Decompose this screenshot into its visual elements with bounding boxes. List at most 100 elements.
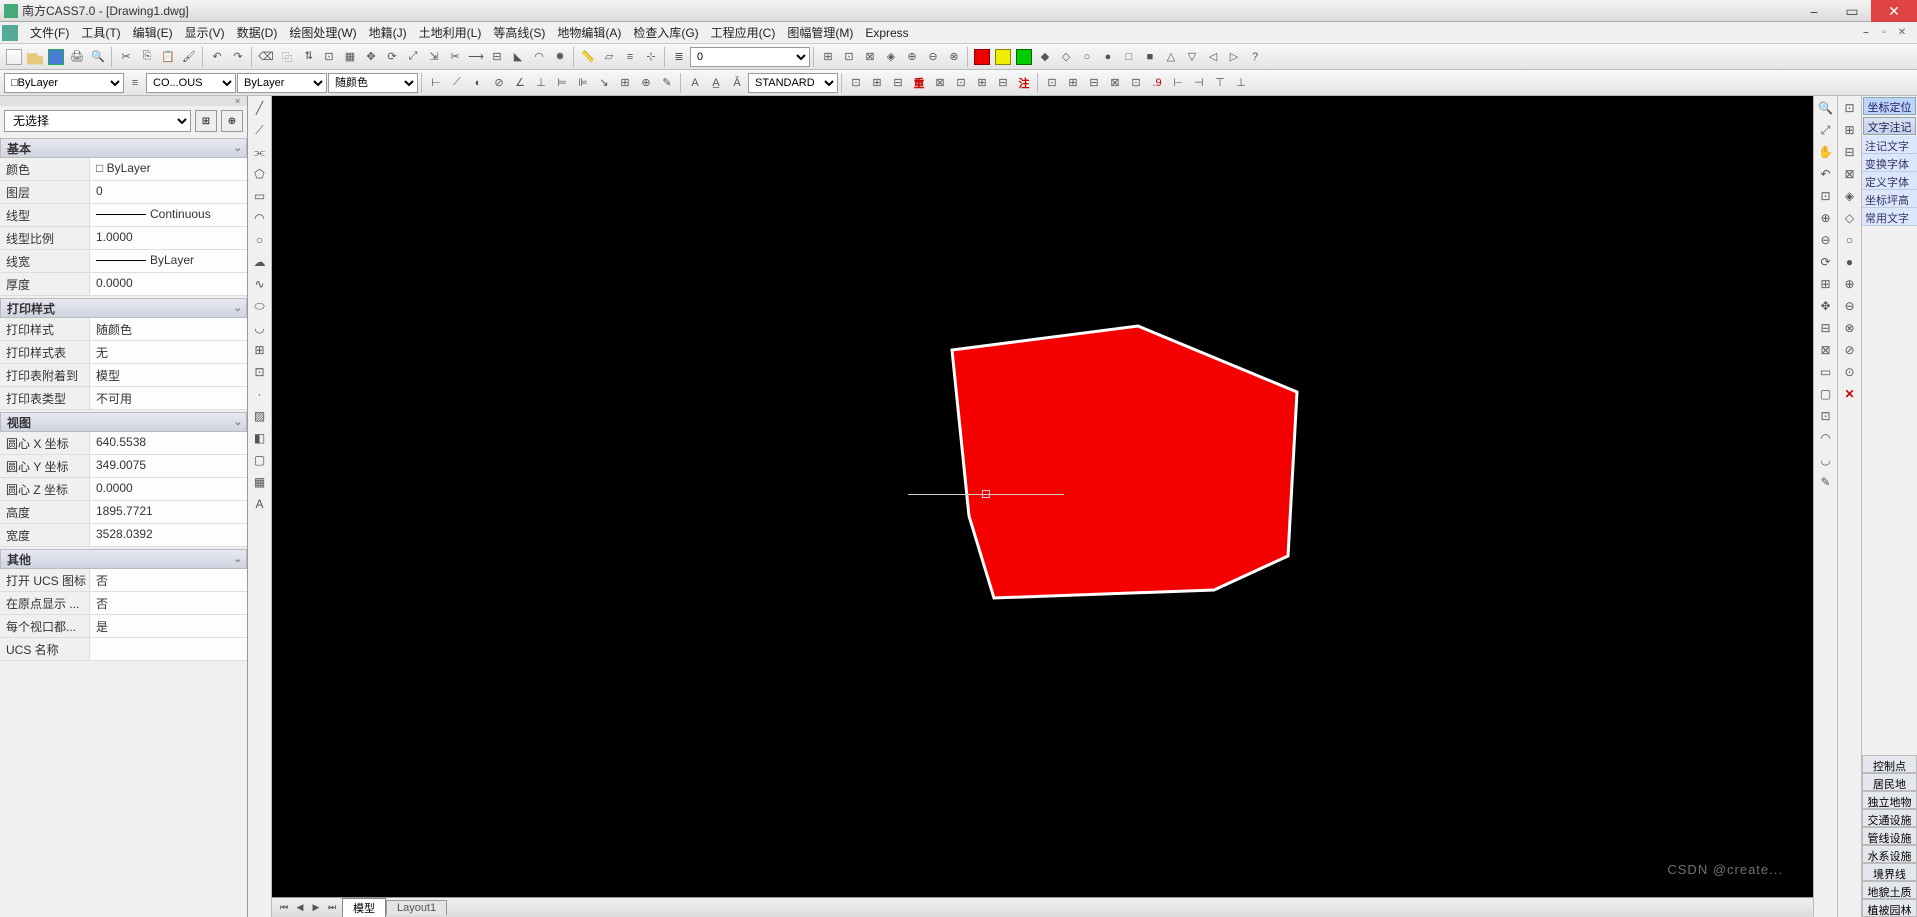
- tb2-h[interactable]: ⊟: [993, 73, 1013, 93]
- tool-e[interactable]: ⊕: [902, 47, 922, 67]
- cat-6[interactable]: 境界线: [1862, 863, 1917, 881]
- cat-7[interactable]: 地貌土质: [1862, 881, 1917, 899]
- cat-4[interactable]: 管线设施: [1862, 827, 1917, 845]
- menu-express[interactable]: Express: [859, 24, 914, 42]
- prop-value[interactable]: 349.0075: [90, 455, 247, 477]
- stretch-icon[interactable]: ⇲: [424, 47, 444, 67]
- r2-b[interactable]: ⊞: [1840, 120, 1860, 140]
- r1-c[interactable]: ⟳: [1816, 252, 1836, 272]
- palette-item-2[interactable]: 定义字体: [1862, 172, 1917, 190]
- prop-row[interactable]: 打开 UCS 图标否: [0, 569, 247, 592]
- center-icon[interactable]: ⊕: [636, 73, 656, 93]
- array-icon[interactable]: ▦: [340, 47, 360, 67]
- layer-state-combo[interactable]: 0: [690, 47, 810, 67]
- r2-n[interactable]: ✕: [1840, 384, 1860, 404]
- tab-prev-icon[interactable]: ◀: [292, 900, 308, 916]
- xline-icon[interactable]: ⟋: [250, 120, 270, 140]
- circle-icon[interactable]: ○: [250, 230, 270, 250]
- prop-row[interactable]: 圆心 Y 坐标349.0075: [0, 455, 247, 478]
- menu-sheet[interactable]: 图幅管理(M): [781, 22, 859, 43]
- menu-engineering[interactable]: 工程应用(C): [705, 22, 782, 43]
- cat-2[interactable]: 独立地物: [1862, 791, 1917, 809]
- trim-icon[interactable]: ✂: [445, 47, 465, 67]
- r1-g[interactable]: ⊠: [1816, 340, 1836, 360]
- r2-i[interactable]: ⊕: [1840, 274, 1860, 294]
- dim-linear-icon[interactable]: ⊢: [426, 73, 446, 93]
- tb2-i[interactable]: 注: [1014, 73, 1034, 93]
- cat-0[interactable]: 控制点: [1862, 755, 1917, 773]
- prop-row[interactable]: 图层0: [0, 181, 247, 204]
- r1-m[interactable]: ✎: [1816, 472, 1836, 492]
- tool-f[interactable]: ⊖: [923, 47, 943, 67]
- prop-row[interactable]: UCS 名称: [0, 638, 247, 661]
- zoom-extents-icon[interactable]: ⊡: [1816, 186, 1836, 206]
- dim-aligned-icon[interactable]: ⟋: [447, 73, 467, 93]
- palette-item-1[interactable]: 变换字体: [1862, 154, 1917, 172]
- linetype-combo[interactable]: CO...OUS: [146, 73, 236, 93]
- tb2-a[interactable]: ⊡: [846, 73, 866, 93]
- prop-row[interactable]: 在原点显示 ...否: [0, 592, 247, 615]
- minimize-button[interactable]: ⎯: [1795, 0, 1833, 22]
- r2-d[interactable]: ⊠: [1840, 164, 1860, 184]
- revcloud-icon[interactable]: ☁: [250, 252, 270, 272]
- color-combo[interactable]: □ByLayer: [4, 73, 124, 93]
- dim-radius-icon[interactable]: ◐: [468, 73, 488, 93]
- zoom-window-icon[interactable]: 🔍: [1816, 98, 1836, 118]
- palette-tab-text[interactable]: 文字注记: [1863, 117, 1916, 135]
- r2-l[interactable]: ⊘: [1840, 340, 1860, 360]
- r1-f[interactable]: ⊟: [1816, 318, 1836, 338]
- r1-i[interactable]: ▢: [1816, 384, 1836, 404]
- tool-m[interactable]: ■: [1140, 47, 1160, 67]
- plotstyle-combo[interactable]: 随颜色: [328, 73, 418, 93]
- section-view-header[interactable]: 视图⌄: [0, 412, 247, 432]
- prop-row[interactable]: 线型Continuous: [0, 204, 247, 227]
- prop-row[interactable]: 每个视口都...是: [0, 615, 247, 638]
- list-icon[interactable]: ≡: [620, 47, 640, 67]
- color-yellow-icon[interactable]: [993, 47, 1013, 67]
- palette-item-4[interactable]: 常用文字: [1862, 208, 1917, 226]
- erase-icon[interactable]: ⌫: [256, 47, 276, 67]
- r2-e[interactable]: ◈: [1840, 186, 1860, 206]
- menu-tool[interactable]: 工具(T): [75, 22, 126, 43]
- palette-item-3[interactable]: 坐标坪高: [1862, 190, 1917, 208]
- tb2-s[interactable]: ⊥: [1231, 73, 1251, 93]
- prop-row[interactable]: 高度1895.7721: [0, 501, 247, 524]
- copy-icon[interactable]: ⎘: [137, 47, 157, 67]
- match-icon[interactable]: 🖌: [179, 47, 199, 67]
- tool-p[interactable]: ◁: [1203, 47, 1223, 67]
- prop-value[interactable]: 1895.7721: [90, 501, 247, 523]
- break-icon[interactable]: ⊟: [487, 47, 507, 67]
- extend-icon[interactable]: ⟶: [466, 47, 486, 67]
- undo-icon[interactable]: ↶: [207, 47, 227, 67]
- explode-icon[interactable]: ✸: [550, 47, 570, 67]
- textstyle-combo[interactable]: STANDARD: [748, 73, 838, 93]
- selection-combo[interactable]: 无选择: [4, 110, 191, 132]
- cut-icon[interactable]: ✂: [116, 47, 136, 67]
- menu-landuse[interactable]: 土地利用(L): [413, 22, 488, 43]
- open-icon[interactable]: [25, 47, 45, 67]
- dim-diameter-icon[interactable]: ⊘: [489, 73, 509, 93]
- menu-draw[interactable]: 绘图处理(W): [283, 22, 362, 43]
- paste-icon[interactable]: 📋: [158, 47, 178, 67]
- dim-angular-icon[interactable]: ∠: [510, 73, 530, 93]
- menu-contour[interactable]: 等高线(S): [487, 22, 551, 43]
- prop-value[interactable]: ByLayer: [90, 250, 247, 272]
- tool-j[interactable]: ○: [1077, 47, 1097, 67]
- maximize-button[interactable]: ▭: [1833, 0, 1871, 22]
- mtext-icon[interactable]: A̲: [706, 73, 726, 93]
- chamfer-icon[interactable]: ◣: [508, 47, 528, 67]
- tb2-n[interactable]: ⊡: [1126, 73, 1146, 93]
- lineweight-combo[interactable]: ByLayer: [237, 73, 327, 93]
- tb2-r[interactable]: ⊤: [1210, 73, 1230, 93]
- r1-e[interactable]: ✥: [1816, 296, 1836, 316]
- prop-value[interactable]: 是: [90, 615, 247, 637]
- menu-check[interactable]: 检查入库(G): [627, 22, 704, 43]
- save-icon[interactable]: [46, 47, 66, 67]
- id-icon[interactable]: ⊹: [641, 47, 661, 67]
- prop-value[interactable]: [90, 638, 247, 660]
- prop-value[interactable]: □ ByLayer: [90, 158, 247, 180]
- tool-b[interactable]: ⊡: [839, 47, 859, 67]
- palette-item-0[interactable]: 注记文字: [1862, 136, 1917, 154]
- menu-data[interactable]: 数据(D): [231, 22, 284, 43]
- cat-1[interactable]: 居民地: [1862, 773, 1917, 791]
